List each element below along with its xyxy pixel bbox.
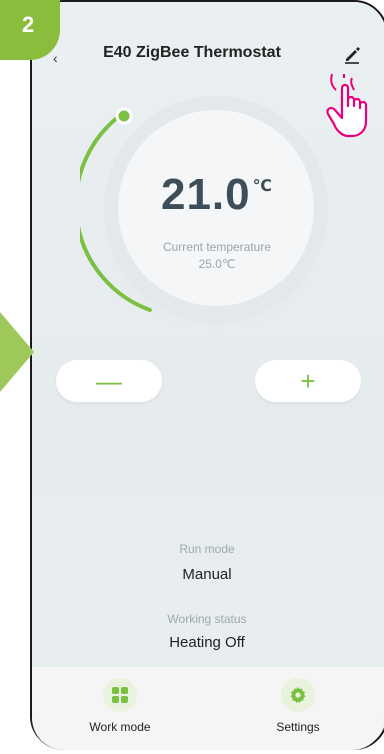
setpoint-temperature: 21.0 ℃ [117,170,317,220]
work-mode-button[interactable] [103,678,137,712]
run-mode-value: Manual [182,566,232,583]
gear-icon [290,687,306,703]
current-temperature-value: 25.0℃ [198,257,236,271]
arrow-icon [0,312,34,392]
hand-pointer-icon [326,73,368,138]
current-temperature-label: Current temperature [162,240,272,254]
setpoint-unit: ℃ [252,178,273,195]
increase-button[interactable]: + [255,360,361,402]
working-status-label: Working status [167,612,247,626]
decrease-button[interactable]: — [56,360,162,402]
step-badge: 2 [0,0,60,60]
dial-handle[interactable] [115,107,133,125]
minus-icon: — [96,365,122,396]
plus-icon: + [300,365,316,396]
working-status-value: Heating Off [169,634,245,651]
work-mode-label[interactable]: Work mode [70,720,170,734]
setpoint-value: 21.0 [160,170,251,219]
bottom-nav [32,667,384,750]
run-mode-label: Run mode [179,542,235,556]
back-chevron-icon[interactable]: ‹ [53,50,58,66]
settings-label[interactable]: Settings [248,720,348,734]
pencil-icon[interactable] [342,44,362,64]
settings-button[interactable] [281,678,315,712]
grid-icon [112,687,128,703]
